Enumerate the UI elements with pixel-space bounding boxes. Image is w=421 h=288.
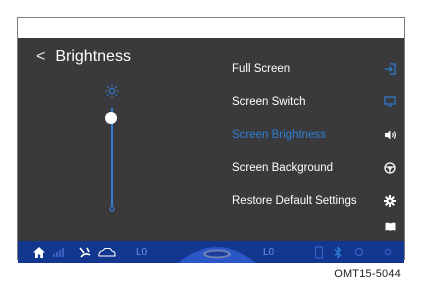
menu-item-label: Screen Brightness xyxy=(232,128,326,141)
fan-icon[interactable] xyxy=(78,244,92,260)
sun-small-icon xyxy=(109,206,115,212)
signal-icon xyxy=(52,244,66,260)
menu-item-full-screen[interactable]: Full Screen xyxy=(232,52,402,85)
menu-item-more[interactable] xyxy=(232,217,402,235)
display-screen: < Brightness Full Screen Screen Switch S… xyxy=(18,38,404,263)
menu-item-restore-defaults[interactable]: Restore Default Settings xyxy=(232,184,402,217)
page-title: Brightness xyxy=(55,48,131,65)
bluetooth-icon xyxy=(333,244,343,260)
figure-caption: OMT15-5044 xyxy=(334,268,401,280)
header: < Brightness xyxy=(36,48,131,66)
menu-item-label: Screen Switch xyxy=(232,95,306,108)
center-emblem xyxy=(178,241,256,263)
menu-item-screen-background[interactable]: Screen Background xyxy=(232,151,402,184)
usb-icon xyxy=(384,244,392,260)
sun-icon xyxy=(105,84,119,98)
left-level-label: L0 xyxy=(136,246,148,258)
sync-icon xyxy=(354,244,364,260)
steering-wheel-icon xyxy=(382,161,398,175)
phone-icon xyxy=(314,244,324,260)
brightness-slider[interactable] xyxy=(102,84,122,214)
monitor-icon xyxy=(382,95,398,109)
book-icon xyxy=(382,219,398,233)
menu-item-screen-switch[interactable]: Screen Switch xyxy=(232,85,402,118)
menu-item-screen-brightness[interactable]: Screen Brightness xyxy=(232,118,402,151)
back-button[interactable]: < xyxy=(36,48,45,66)
speaker-icon xyxy=(382,128,398,142)
menu-item-label: Full Screen xyxy=(232,62,291,75)
slider-knob[interactable] xyxy=(105,111,117,124)
car-icon[interactable] xyxy=(98,244,116,260)
settings-menu: Full Screen Screen Switch Screen Brightn… xyxy=(232,52,402,235)
enter-icon xyxy=(382,62,398,76)
home-icon[interactable] xyxy=(32,244,46,260)
menu-item-label: Restore Default Settings xyxy=(232,194,357,207)
status-bar: L0 L0 xyxy=(18,241,404,263)
gear-icon xyxy=(382,194,398,208)
right-level-label: L0 xyxy=(263,246,275,258)
menu-item-label: Screen Background xyxy=(232,161,334,174)
